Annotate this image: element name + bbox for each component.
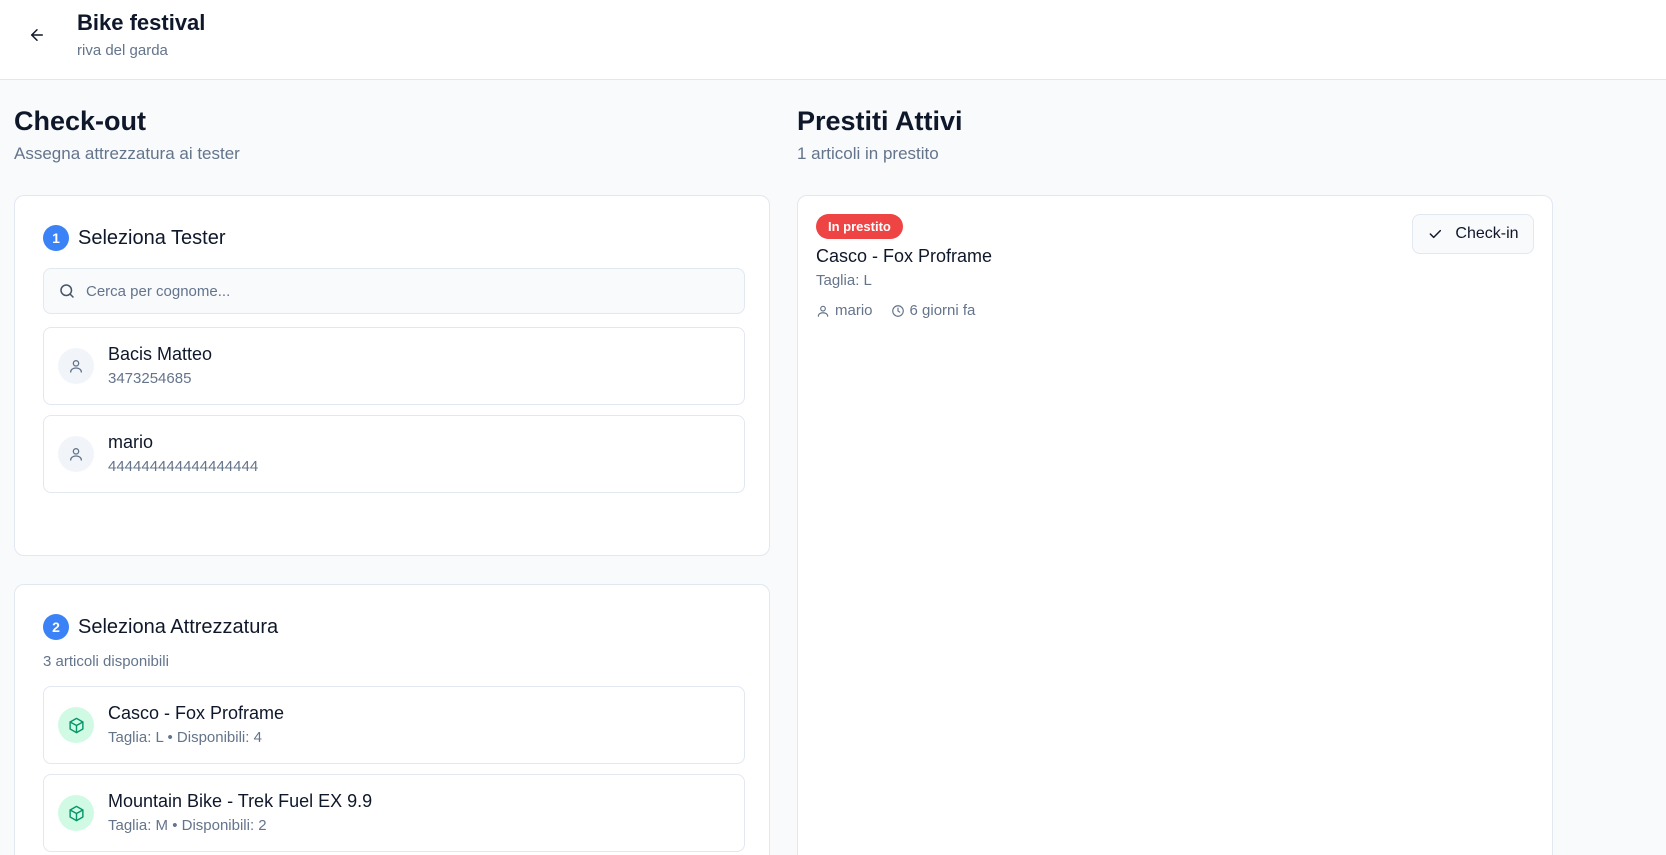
step-1-title: Seleziona Tester xyxy=(78,226,226,249)
checkout-title: Check-out xyxy=(14,106,147,136)
user-icon xyxy=(70,360,82,373)
event-title: Bike festival xyxy=(77,10,206,35)
tester-phone: 3473254685 xyxy=(108,370,192,387)
equipment-details: Taglia: L • Disponibili: 4 xyxy=(108,729,262,746)
tester-search-input[interactable] xyxy=(86,282,726,300)
active-loans-subtitle: 1 articoli in prestito xyxy=(797,144,939,163)
loan-time-text: 6 giorni fa xyxy=(909,302,976,319)
loan-item-name: Casco - Fox Proframe xyxy=(816,246,993,266)
active-loans-title: Prestiti Attivi xyxy=(797,106,963,136)
loan-time: 6 giorni fa xyxy=(891,302,976,319)
loan-item-size: Taglia: L xyxy=(816,272,872,289)
step-1-header: 1 Seleziona Tester xyxy=(43,225,226,251)
step-1-number: 1 xyxy=(43,225,69,251)
status-badge: In prestito xyxy=(816,214,903,239)
event-location: riva del garda xyxy=(77,42,168,59)
tester-item[interactable]: Bacis Matteo 3473254685 xyxy=(43,327,745,405)
step-2-number: 2 xyxy=(43,614,69,640)
equipment-item[interactable]: Casco - Fox Proframe Taglia: L • Disponi… xyxy=(43,686,745,764)
available-count: 3 articoli disponibili xyxy=(43,653,169,670)
avatar xyxy=(58,436,94,472)
avatar xyxy=(58,348,94,384)
equipment-avatar xyxy=(58,707,94,743)
user-icon xyxy=(70,448,82,461)
equipment-avatar xyxy=(58,795,94,831)
package-icon xyxy=(68,717,84,733)
check-icon xyxy=(1430,229,1442,239)
equipment-name: Casco - Fox Proframe xyxy=(108,703,285,723)
equipment-item[interactable]: Mountain Bike - Trek Fuel EX 9.9 Taglia:… xyxy=(43,774,745,852)
search-icon xyxy=(60,284,74,298)
check-in-button[interactable]: Check-in xyxy=(1412,214,1534,254)
active-loans-card: In prestito Casco - Fox Proframe Taglia:… xyxy=(797,195,1553,855)
loan-tester: mario xyxy=(816,302,873,319)
arrow-left-icon xyxy=(31,29,43,41)
tester-name: Bacis Matteo xyxy=(108,344,213,364)
loan-tester-name: mario xyxy=(835,302,873,319)
top-bar: Bike festival riva del garda xyxy=(0,0,1666,80)
back-button[interactable] xyxy=(22,20,52,50)
tester-search-box[interactable] xyxy=(43,268,745,314)
check-in-label: Check-in xyxy=(1455,225,1519,242)
equipment-name: Mountain Bike - Trek Fuel EX 9.9 xyxy=(108,791,373,811)
tester-phone: 444444444444444444 xyxy=(108,458,259,475)
tester-item[interactable]: mario 444444444444444444 xyxy=(43,415,745,493)
user-icon xyxy=(817,305,829,317)
step-2-header: 2 Seleziona Attrezzatura xyxy=(43,614,278,640)
package-icon xyxy=(68,805,84,821)
equipment-details: Taglia: M • Disponibili: 2 xyxy=(108,817,267,834)
select-tester-card: 1 Seleziona Tester Bacis Matteo 34732546… xyxy=(14,195,770,556)
clock-icon xyxy=(891,304,904,317)
select-equipment-card: 2 Seleziona Attrezzatura 3 articoli disp… xyxy=(14,584,770,855)
checkout-subtitle: Assegna attrezzatura ai tester xyxy=(14,144,240,163)
step-2-title: Seleziona Attrezzatura xyxy=(78,615,279,638)
tester-name: mario xyxy=(108,432,154,452)
loan-meta: mario 6 giorni fa xyxy=(816,302,993,319)
